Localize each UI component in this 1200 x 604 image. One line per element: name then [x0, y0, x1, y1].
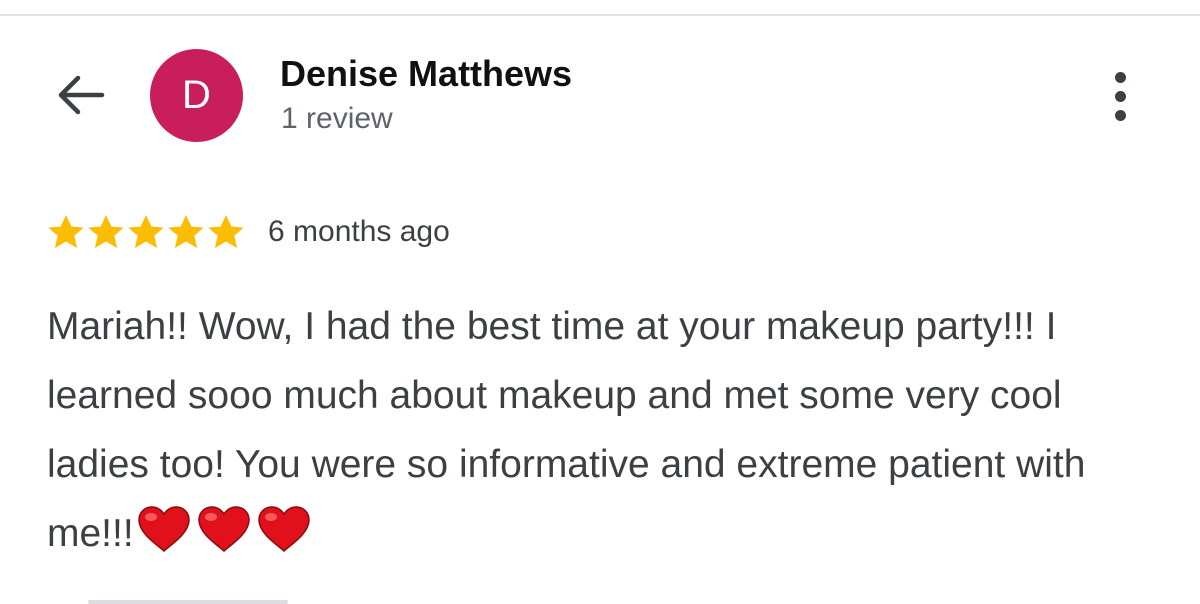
star-icon: [128, 215, 164, 248]
reviewer-name[interactable]: Denise Matthews: [280, 52, 572, 96]
red-heart-icon: [137, 506, 190, 552]
review-count: 1 review: [281, 102, 393, 135]
star-icon: [208, 215, 244, 248]
bottom-scroll-handle: [88, 600, 288, 604]
arrow-back-icon: [58, 75, 105, 115]
star-icon: [48, 215, 84, 248]
review-time: 6 months ago: [268, 215, 450, 248]
red-heart-icon: [197, 506, 250, 552]
star-rating: [46, 212, 246, 252]
red-heart-icon: [257, 506, 310, 552]
more-dot: [1114, 71, 1126, 83]
review-emojis: [136, 504, 312, 554]
top-divider: [0, 14, 1200, 16]
avatar-initial: D: [182, 73, 211, 117]
back-button[interactable]: [52, 70, 108, 120]
star-icon: [88, 215, 124, 248]
review-body: Mariah!! Wow, I had the best time at you…: [47, 292, 1167, 568]
rating-row: 6 months ago: [46, 210, 450, 254]
more-dot: [1114, 90, 1126, 102]
more-dot: [1114, 109, 1126, 121]
more-options-button[interactable]: [1098, 66, 1142, 126]
avatar[interactable]: D: [150, 49, 243, 142]
star-icon: [168, 215, 204, 248]
more-vert-icon: [1114, 71, 1126, 121]
